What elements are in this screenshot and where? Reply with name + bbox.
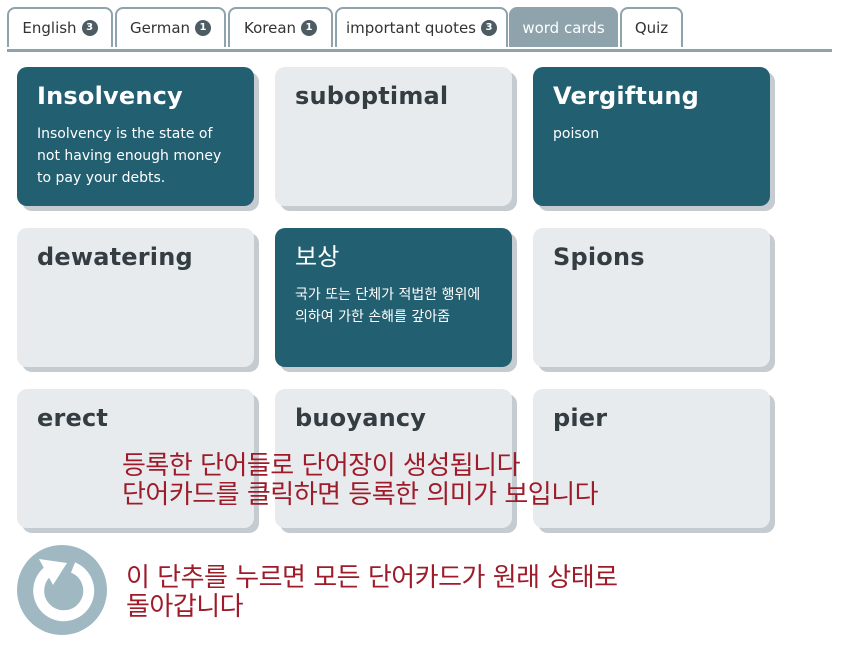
tab-bar: English 3 German 1 Korean 1 important qu…	[7, 7, 832, 52]
tab-korean[interactable]: Korean 1	[228, 7, 333, 47]
word-card-insolvency[interactable]: Insolvency Insolvency is the state of no…	[17, 67, 254, 206]
card-word: buoyancy	[295, 404, 427, 432]
tab-label: Quiz	[634, 19, 669, 37]
card-meaning: 국가 또는 단체가 적법한 행위에 의하여 가한 손해를 갚아줌	[295, 287, 481, 325]
tab-label: word cards	[522, 19, 605, 37]
tab-label: English	[22, 19, 77, 37]
tab-quiz[interactable]: Quiz	[620, 7, 683, 47]
tab-english[interactable]: English 3	[7, 7, 113, 47]
rotate-counterclockwise-icon	[33, 559, 95, 622]
card-word: dewatering	[37, 243, 193, 271]
card-word: Vergiftung	[553, 82, 700, 110]
card-meaning: poison	[553, 126, 600, 142]
tab-label: important quotes	[345, 19, 476, 37]
tab-word-cards[interactable]: word cards	[509, 7, 618, 47]
instruction-line: 단어카드를 클릭하면 등록한 의미가 보입니다	[122, 480, 599, 510]
tab-count-badge: 1	[301, 20, 318, 36]
card-word: Insolvency	[37, 82, 183, 110]
word-card-bosang[interactable]: 보상 국가 또는 단체가 적법한 행위에 의하여 가한 손해를 갚아줌	[275, 228, 512, 367]
card-word: suboptimal	[295, 82, 449, 110]
instruction-line: 돌아갑니다	[126, 592, 244, 622]
card-word: pier	[553, 404, 608, 432]
word-card-vergiftung[interactable]: Vergiftung poison	[533, 67, 770, 206]
instruction-line: 등록한 단어들로 단어장이 생성됩니다	[122, 451, 521, 481]
word-card-spions[interactable]: Spions	[533, 228, 770, 367]
tab-label: German	[129, 19, 191, 37]
card-word: erect	[37, 404, 109, 432]
instruction-line: 이 단추를 누르면 모든 단어카드가 원래 상태로	[126, 563, 618, 593]
tab-important-quotes[interactable]: important quotes 3	[335, 7, 508, 47]
reset-cards-button[interactable]	[17, 545, 107, 635]
tab-count-badge: 3	[481, 20, 497, 36]
card-word: 보상	[295, 243, 340, 271]
card-meaning: Insolvency is the state of not having en…	[37, 126, 222, 186]
tab-count-badge: 3	[81, 20, 98, 36]
tab-german[interactable]: German 1	[115, 7, 226, 47]
instruction-reset: 이 단추를 누르면 모든 단어카드가 원래 상태로 돌아갑니다	[126, 564, 618, 622]
card-word: Spions	[553, 243, 645, 271]
instruction-cards: 등록한 단어들로 단어장이 생성됩니다 단어카드를 클릭하면 등록한 의미가 보…	[122, 451, 599, 510]
word-card-suboptimal[interactable]: suboptimal	[275, 67, 512, 206]
word-card-dewatering[interactable]: dewatering	[17, 228, 254, 367]
tab-label: Korean	[243, 19, 297, 37]
tab-count-badge: 1	[195, 20, 212, 36]
